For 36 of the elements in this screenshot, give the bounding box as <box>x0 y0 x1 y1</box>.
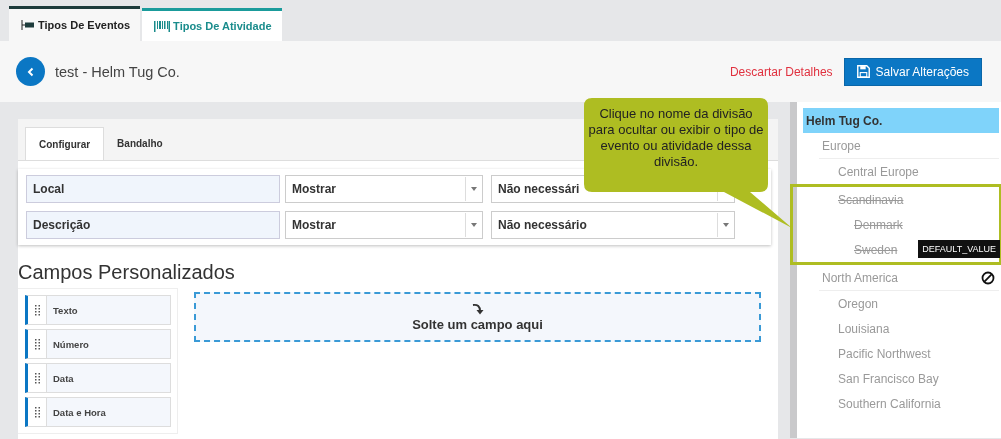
drag-handle-icon <box>34 406 40 418</box>
discard-link[interactable]: Descartar Detalhes <box>729 64 833 79</box>
tab[interactable]: Configurar <box>25 127 105 160</box>
dropdown[interactable]: Não necessário <box>491 211 735 239</box>
callout-text: Clique no nome da divisão para ocultar ou exibir o tipo de evento ou atividade dessa divisão. <box>588 106 764 170</box>
draggable-field[interactable]: Texto <box>25 295 171 325</box>
drop-zone[interactable]: Solte um campo aqui <box>194 292 761 342</box>
drop-zone-label: Solte um campo aqui <box>412 316 543 332</box>
save-icon <box>856 65 870 78</box>
draggable-field[interactable]: Número <box>25 329 171 359</box>
tooltip: DEFAULT_VALUE <box>918 240 1000 258</box>
chevron-left-icon <box>25 66 36 77</box>
tab[interactable]: Tipos De Eventos <box>9 6 141 41</box>
division-name[interactable]: Helm Tug Co. <box>806 113 883 128</box>
save-button[interactable]: Salvar Alterações <box>843 57 982 86</box>
back-button[interactable] <box>16 57 45 86</box>
ban-icon[interactable] <box>981 270 995 285</box>
caret-icon <box>723 223 729 227</box>
page-title: test - Helm Tug Co. <box>55 63 180 80</box>
field-name[interactable]: Local <box>26 175 280 203</box>
section-title: Campos Personalizados <box>18 261 236 284</box>
drag-handle-icon <box>34 338 40 350</box>
field-name[interactable]: Descrição <box>26 211 280 239</box>
drag-handle-icon <box>34 304 40 316</box>
tab[interactable]: Bandalho <box>104 127 176 160</box>
draggable-field[interactable]: Data e Hora <box>25 397 171 427</box>
curved-arrow-icon <box>471 302 484 315</box>
caret-icon <box>471 223 477 227</box>
event-icon <box>21 20 35 30</box>
dropdown[interactable]: Mostrar <box>285 175 483 203</box>
draggable-field[interactable]: Data <box>25 363 171 393</box>
dropdown[interactable]: Mostrar <box>285 211 483 239</box>
barcode-icon <box>154 20 171 32</box>
tab[interactable]: Tipos De Atividade <box>142 8 282 41</box>
drag-handle-icon <box>34 372 40 384</box>
caret-icon <box>471 187 477 191</box>
